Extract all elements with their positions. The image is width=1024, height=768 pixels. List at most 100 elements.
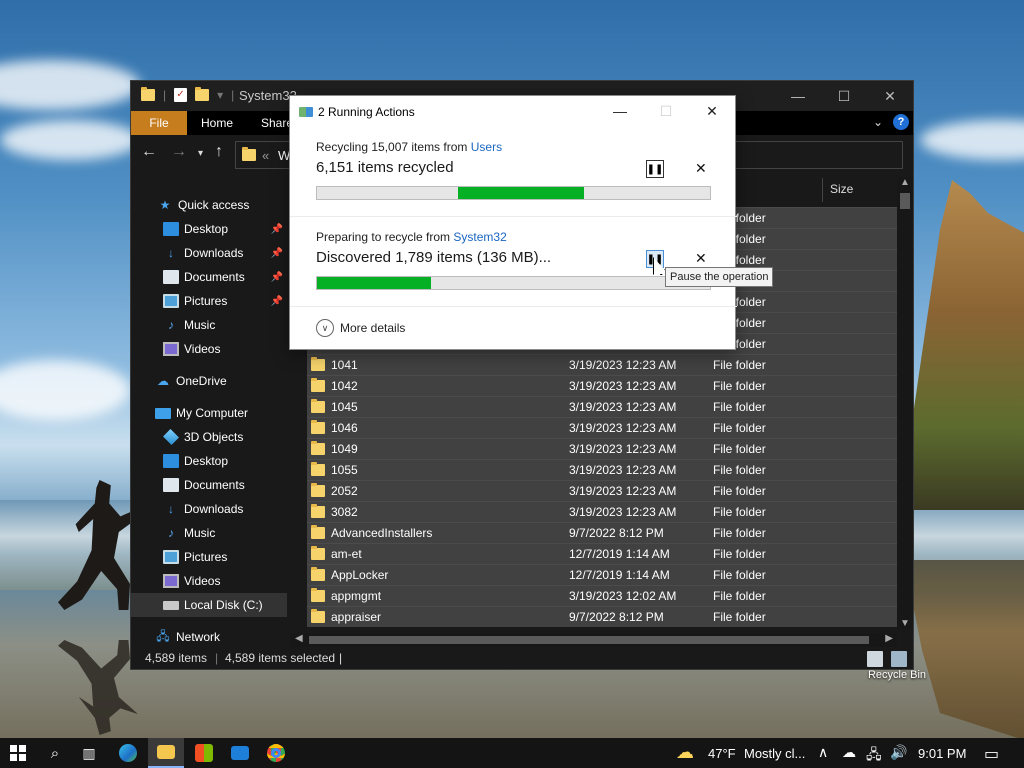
start-button[interactable] (0, 738, 36, 768)
videos-icon (163, 574, 179, 588)
tab-file[interactable]: File (131, 111, 187, 135)
sidebar-item-documents[interactable]: Documents 📌 (131, 265, 287, 289)
file-row[interactable]: AdvancedInstallers 9/7/2022 8:12 PM File… (307, 522, 897, 543)
scroll-right-arrow-icon[interactable]: ▶ (885, 633, 893, 644)
search-button[interactable]: ⌕ (38, 738, 72, 768)
file-row[interactable]: 1045 3/19/2023 12:23 AM File folder (307, 396, 897, 417)
details-view-icon[interactable] (867, 651, 883, 667)
pause-button[interactable]: ❚❚ (646, 160, 664, 178)
task-view-button[interactable]: ▥ (72, 738, 106, 768)
download-icon: ↓ (168, 502, 174, 516)
runner-reflection (58, 640, 138, 735)
maximize-button[interactable]: ☐ (821, 81, 867, 111)
chevron-down-icon[interactable]: ▾ (217, 88, 223, 102)
expand-ribbon-chevron-icon[interactable]: ⌄ (873, 115, 883, 129)
sidebar-item-downloads-pc[interactable]: ↓ Downloads (131, 497, 287, 521)
clock[interactable]: 9:01 PM (918, 746, 966, 761)
sidebar-item-onedrive[interactable]: ☁ OneDrive (131, 369, 287, 393)
file-row[interactable]: 1049 3/19/2023 12:23 AM File folder (307, 438, 897, 459)
sidebar-item-downloads[interactable]: ↓ Downloads 📌 (131, 241, 287, 265)
tab-home[interactable]: Home (187, 111, 247, 135)
file-row[interactable]: appraiser 9/7/2022 8:12 PM File folder (307, 606, 897, 627)
file-row[interactable]: am-et 12/7/2019 1:14 AM File folder (307, 543, 897, 564)
close-button[interactable]: ✕ (867, 81, 913, 111)
taskbar-file-explorer[interactable] (148, 738, 184, 768)
source-link-system32[interactable]: System32 (453, 230, 506, 244)
network-tray-icon[interactable]: 🖧 (866, 744, 882, 768)
recycle-bin-label: Recycle Bin (867, 669, 927, 681)
scroll-up-arrow-icon[interactable]: ▲ (900, 177, 910, 188)
new-folder-icon[interactable] (195, 87, 210, 101)
documents-icon (163, 270, 179, 284)
file-row[interactable]: 1055 3/19/2023 12:23 AM File folder (307, 459, 897, 480)
folder-icon (311, 357, 325, 371)
cancel-action-button[interactable]: ✕ (695, 160, 707, 177)
taskbar-chrome[interactable] (258, 738, 294, 768)
sidebar-item-network[interactable]: 🖧 Network (131, 625, 287, 649)
recent-locations-chevron-icon[interactable]: ▾ (198, 148, 203, 159)
taskbar-edge[interactable] (110, 738, 146, 768)
scroll-down-arrow-icon[interactable]: ▼ (900, 618, 910, 629)
column-divider[interactable] (822, 178, 823, 202)
file-row[interactable]: 3082 3/19/2023 12:23 AM File folder (307, 501, 897, 522)
weather-temperature[interactable]: 47°F (708, 746, 736, 761)
cloud (0, 60, 140, 110)
more-details-label: More details (340, 321, 406, 335)
scrollbar-thumb[interactable] (309, 636, 869, 644)
file-row[interactable]: AppLocker 12/7/2019 1:14 AM File folder (307, 564, 897, 585)
help-icon[interactable]: ? (893, 114, 909, 130)
onedrive-tray-icon[interactable]: ☁ (842, 744, 856, 761)
sidebar-item-label: Network (176, 630, 221, 644)
volume-icon[interactable]: 🔊 (890, 744, 907, 761)
separator: | (339, 651, 343, 665)
dialog-close-button[interactable]: ✕ (689, 96, 735, 126)
sidebar-item-music-pc[interactable]: ♪ Music (131, 521, 287, 545)
file-name: am-et (331, 547, 362, 561)
dialog-minimize-button[interactable]: — (597, 96, 643, 126)
taskbar-store[interactable] (186, 738, 222, 768)
file-row[interactable]: 1042 3/19/2023 12:23 AM File folder (307, 375, 897, 396)
sidebar-item-local-disk[interactable]: Local Disk (C:) (131, 593, 287, 617)
task-view-icon: ▥ (82, 744, 96, 761)
sidebar-item-pictures[interactable]: Pictures 📌 (131, 289, 287, 313)
column-header-size[interactable]: Size (830, 182, 853, 196)
show-hidden-icons-chevron-icon[interactable]: ∧ (818, 744, 828, 761)
sidebar-item-desktop[interactable]: Desktop 📌 (131, 217, 287, 241)
horizontal-scrollbar[interactable]: ◀ ▶ (291, 633, 897, 647)
scroll-left-arrow-icon[interactable]: ◀ (295, 633, 303, 644)
file-row[interactable]: 2052 3/19/2023 12:23 AM File folder (307, 480, 897, 501)
notifications-icon[interactable]: ▭ (984, 744, 999, 764)
sidebar-item-documents-pc[interactable]: Documents (131, 473, 287, 497)
file-row[interactable]: 1041 3/19/2023 12:23 AM File folder (307, 354, 897, 375)
source-link-users[interactable]: Users (471, 140, 502, 154)
more-details-toggle[interactable]: ∨ More details (316, 319, 405, 337)
sidebar-item-videos[interactable]: Videos (131, 337, 287, 361)
minimize-button[interactable]: — (775, 81, 821, 111)
sidebar-item-music[interactable]: ♪ Music (131, 313, 287, 337)
vertical-scrollbar[interactable]: ▲ ▼ (897, 177, 913, 629)
taskbar-mail[interactable] (222, 738, 258, 768)
forward-arrow-icon[interactable]: → (171, 143, 187, 161)
up-arrow-icon[interactable]: ↑ (215, 143, 223, 161)
divider (290, 216, 737, 217)
back-arrow-icon[interactable]: ← (141, 143, 157, 161)
file-name: 1041 (331, 358, 358, 372)
sidebar-item-my-computer[interactable]: My Computer (131, 401, 287, 425)
file-date: 3/19/2023 12:23 AM (569, 400, 677, 414)
file-name: AdvancedInstallers (331, 526, 433, 540)
weather-icon[interactable]: ☁ (676, 742, 694, 763)
cloud (920, 120, 1024, 160)
sidebar-item-pictures-pc[interactable]: Pictures (131, 545, 287, 569)
address-overflow[interactable]: « (262, 148, 269, 163)
properties-icon[interactable]: ✓ (174, 88, 188, 102)
sidebar-item-3d-objects[interactable]: 3D Objects (131, 425, 287, 449)
file-row[interactable]: 1046 3/19/2023 12:23 AM File folder (307, 417, 897, 438)
sidebar-item-desktop-pc[interactable]: Desktop (131, 449, 287, 473)
sidebar-item-quick-access[interactable]: ★ Quick access (131, 193, 287, 217)
large-icons-view-icon[interactable] (891, 651, 907, 667)
file-row[interactable]: appmgmt 3/19/2023 12:02 AM File folder (307, 585, 897, 606)
cancel-action-button[interactable]: ✕ (695, 250, 707, 267)
sidebar-item-videos-pc[interactable]: Videos (131, 569, 287, 593)
weather-description[interactable]: Mostly cl... (744, 746, 805, 761)
scrollbar-thumb[interactable] (900, 193, 910, 209)
